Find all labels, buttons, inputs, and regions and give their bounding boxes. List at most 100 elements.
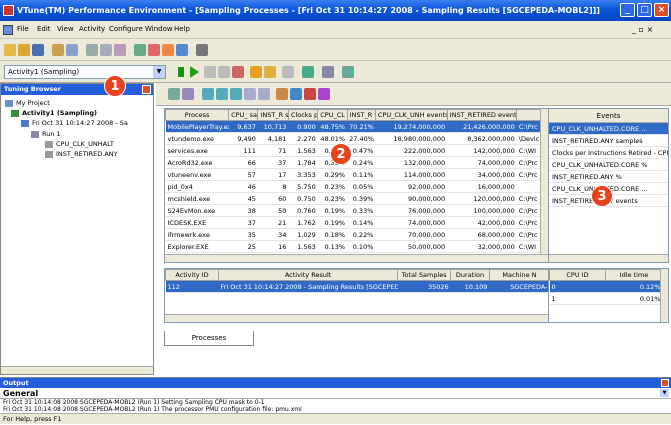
open-folder-icon[interactable] <box>18 44 30 56</box>
column-header[interactable]: Duration <box>450 269 490 281</box>
process-vscrollbar[interactable] <box>540 109 548 256</box>
column-header[interactable]: Total Samples <box>397 269 452 281</box>
menu-window[interactable]: Window <box>145 25 173 33</box>
function-view-icon[interactable] <box>244 88 256 100</box>
help-pointer-icon[interactable] <box>196 44 208 56</box>
process-row[interactable]: ICDESK.EXE 37 21 1.762 0.19% 0.14% 74,000,000 4… <box>165 216 548 229</box>
process-row[interactable]: AcroRd32.exe66371.7840.33%0.24%132,000,0… <box>165 156 548 169</box>
new-project-icon[interactable] <box>4 44 16 56</box>
tree-item-run[interactable]: Run 1 <box>31 130 61 138</box>
cpu-vscrollbar[interactable] <box>660 269 668 322</box>
column-header[interactable]: CPU_CL % <box>317 109 348 121</box>
column-header[interactable]: CPU ID <box>549 269 606 281</box>
process-row[interactable]: Explorer.EXE 25 16 1.563 0.13% 0.10% 50,000,00… <box>165 240 548 253</box>
view-icon[interactable] <box>168 88 180 100</box>
process-view-icon[interactable] <box>202 88 214 100</box>
event-config-icon[interactable] <box>302 66 314 78</box>
tree-item-event-cpu[interactable]: CPU_CLK_UNHALT <box>45 140 114 148</box>
stop-icon[interactable] <box>218 66 230 78</box>
activity-row[interactable]: 112 Fri Oct 31 10:14:27 2008 - Sampling R… <box>165 280 548 293</box>
copy-icon[interactable] <box>100 44 112 56</box>
save-all-icon[interactable] <box>66 44 78 56</box>
properties-icon[interactable] <box>148 44 160 56</box>
sum-icon[interactable] <box>318 88 330 100</box>
activity-hscrollbar[interactable] <box>165 314 548 322</box>
run-step-icon[interactable] <box>178 67 184 77</box>
chevron-down-icon[interactable]: ▼ <box>660 389 669 397</box>
cut-icon[interactable] <box>86 44 98 56</box>
events-hscrollbar[interactable] <box>549 254 668 262</box>
menu-help[interactable]: Help <box>174 25 190 33</box>
cpu-row[interactable]: 1 0.01% <box>549 292 663 305</box>
column-header[interactable]: Process <box>165 109 230 121</box>
chevron-down-icon[interactable]: ▼ <box>153 66 165 78</box>
column-header[interactable]: Idle time <box>605 269 663 281</box>
process-row[interactable]: services.exe111711.5630.56%0.47%222,000,… <box>165 144 548 157</box>
play-icon[interactable] <box>190 66 199 78</box>
column-header[interactable]: INST_R samples <box>257 109 289 121</box>
output-tab-general[interactable]: General ▼ <box>0 388 671 399</box>
minimize-button[interactable]: _ <box>620 3 635 17</box>
tree-item-activity[interactable]: Activity1 (Sampling) <box>11 109 97 117</box>
column-header[interactable]: INST_R % <box>346 109 376 121</box>
tree-item-result[interactable]: Fri Oct 31 10:14:27 2008 - Sa <box>21 119 128 127</box>
column-header[interactable]: INST_RETIRED events <box>446 109 518 121</box>
menu-edit[interactable]: Edit <box>37 25 51 33</box>
column-header[interactable]: Activity Result <box>217 269 399 281</box>
menu-activity[interactable]: Activity <box>79 25 105 33</box>
wizard-icon[interactable] <box>134 44 146 56</box>
maximize-button[interactable]: □ <box>637 3 652 17</box>
column-header[interactable]: CPU_CLK_UNH events <box>374 109 448 121</box>
event-item[interactable]: CPU_CLK_UNHALTED.CORE ... <box>549 123 668 135</box>
filter-icon[interactable] <box>282 66 294 78</box>
column-header[interactable]: CPU_ sampl <box>228 109 259 121</box>
save-icon[interactable] <box>32 44 44 56</box>
column-header[interactable]: Clocks per... <box>287 109 319 121</box>
process-row[interactable]: MobilePlayerTray.exe 9,637 10,713 0.900 48.7… <box>165 120 548 133</box>
open-activity-icon[interactable] <box>52 44 64 56</box>
process-row[interactable]: pid_0x4 46 8 5.750 0.23% 0.05% 92,000,000 16,00… <box>165 180 548 193</box>
process-row[interactable]: mcshield.exe 45 60 0.750 0.23% 0.39% 90,000,00… <box>165 192 548 205</box>
close-icon[interactable] <box>142 85 151 94</box>
process-row[interactable]: ifrmewrk.exe 35 34 1.029 0.18% 0.22% 70,000,00… <box>165 228 548 241</box>
menu-configure[interactable]: Configure <box>109 25 143 33</box>
source-view-icon[interactable] <box>258 88 270 100</box>
edit-icon[interactable] <box>264 66 276 78</box>
event-item[interactable]: INST_RETIRED.ANY samples <box>549 135 668 147</box>
event-item[interactable]: Clocks per Instructions Retired - CPI <box>549 147 668 159</box>
module-view-icon[interactable] <box>230 88 242 100</box>
column-header[interactable]: Machine N <box>488 269 548 281</box>
sort-icon[interactable] <box>304 88 316 100</box>
event-item[interactable]: INST_RETIRED.ANY % <box>549 171 668 183</box>
close-button[interactable]: × <box>654 3 669 17</box>
close-icon[interactable] <box>661 379 669 387</box>
table-cell: 9,637 <box>228 120 258 133</box>
thread-view-icon[interactable] <box>216 88 228 100</box>
compare-icon[interactable] <box>176 44 188 56</box>
activity-combo[interactable]: Activity1 (Sampling) ▼ <box>4 65 166 79</box>
modify-activity-icon[interactable] <box>250 66 262 78</box>
analyze-icon[interactable] <box>162 44 174 56</box>
menu-view[interactable]: View <box>57 25 74 33</box>
event-item[interactable]: CPU_CLK_UNHALTED.CORE % <box>549 159 668 171</box>
chart-icon[interactable] <box>342 66 354 78</box>
process-row[interactable]: vtundemo.exe 9,490 4,181 2.270 48.01% 27.40% 1… <box>165 132 548 145</box>
tree-item-project[interactable]: My Project <box>5 99 50 107</box>
column-header[interactable]: Activity ID <box>165 269 219 281</box>
process-row[interactable]: vtuneenv.exe 57 17 3.353 0.29% 0.11% 114,000,0… <box>165 168 548 181</box>
process-row[interactable]: S24EvMon.exe 38 50 0.760 0.19% 0.33% 76,000,00… <box>165 204 548 217</box>
mdi-controls[interactable]: _ ▫ × <box>632 25 653 34</box>
hotspot-icon[interactable] <box>182 88 194 100</box>
process-hscrollbar[interactable] <box>165 254 548 262</box>
tree-item-event-inst[interactable]: INST_RETIRED.ANY <box>45 150 118 158</box>
tuning-assist-icon[interactable] <box>290 88 302 100</box>
tuning-hscrollbar[interactable] <box>1 366 153 374</box>
cpu-row[interactable]: 0 0.12% <box>549 280 663 293</box>
paste-icon[interactable] <box>114 44 126 56</box>
cancel-icon[interactable] <box>232 66 244 78</box>
menu-file[interactable]: File <box>17 25 29 33</box>
tab-processes[interactable]: Processes <box>164 331 254 346</box>
filter-icon[interactable] <box>276 88 288 100</box>
percent-icon[interactable] <box>322 66 334 78</box>
pause-icon[interactable] <box>204 66 216 78</box>
